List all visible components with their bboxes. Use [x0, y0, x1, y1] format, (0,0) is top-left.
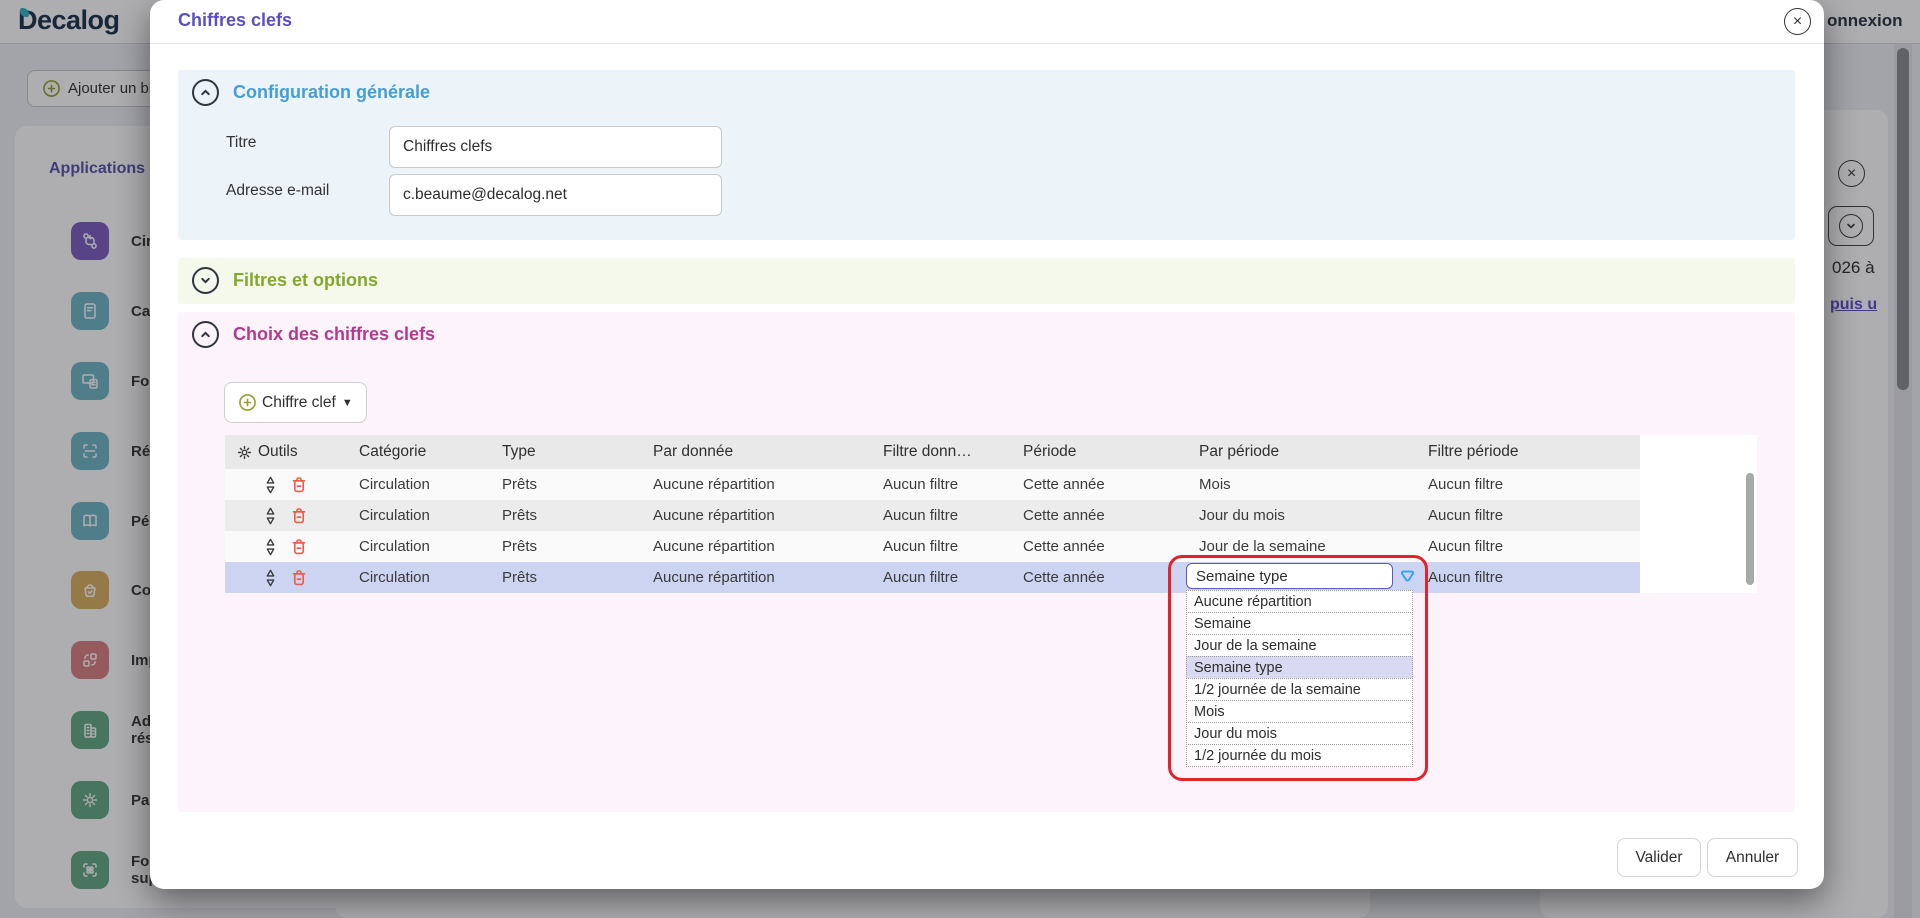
cell-type: Prêts [502, 562, 537, 593]
plus-circle-icon [238, 393, 257, 412]
option-semaine[interactable]: Semaine [1186, 612, 1413, 635]
section-general-toggle[interactable]: Configuration générale [192, 79, 430, 106]
trash-icon[interactable] [289, 500, 309, 531]
table-row[interactable]: Circulation Prêts Aucune répartition Auc… [225, 500, 1640, 531]
table-right-gutter [1640, 435, 1757, 593]
cell-filtre-periode: Aucun filtre [1428, 531, 1503, 562]
section-title: Choix des chiffres clefs [233, 324, 435, 345]
col-par-periode: Par période [1199, 435, 1279, 469]
cell-par-periode: Jour de la semaine [1199, 531, 1326, 562]
table-row-selected[interactable]: Circulation Prêts Aucune répartition Auc… [225, 562, 1640, 593]
option-mois[interactable]: Mois [1186, 700, 1413, 723]
add-chiffre-label: Chiffre clef [262, 394, 336, 412]
table-header: Outils Catégorie Type Par donnée Filtre … [225, 435, 1640, 469]
table-row[interactable]: Circulation Prêts Aucune répartition Auc… [225, 469, 1640, 500]
close-icon[interactable]: × [1784, 8, 1811, 35]
chiffres-clefs-modal: Chiffres clefs × Configuration générale … [150, 0, 1824, 889]
col-periode: Période [1023, 435, 1076, 469]
cell-par-donnee: Aucune répartition [653, 562, 775, 593]
chevron-up-circle-icon [192, 321, 219, 348]
table-row[interactable]: Circulation Prêts Aucune répartition Auc… [225, 531, 1640, 562]
cell-categorie: Circulation [359, 531, 430, 562]
modal-title: Chiffres clefs [178, 10, 292, 31]
drag-handle-icon[interactable] [263, 500, 278, 531]
col-par-donnee: Par donnée [653, 435, 733, 469]
cell-periode: Cette année [1023, 531, 1105, 562]
chevron-up-circle-icon [192, 79, 219, 106]
trash-icon[interactable] [289, 469, 309, 500]
email-input[interactable] [389, 174, 722, 216]
col-filtre-periode: Filtre période [1428, 435, 1518, 469]
caret-down-icon: ▼ [342, 397, 353, 409]
col-filtre-donnee: Filtre donn… [883, 435, 972, 469]
cell-filtre-periode: Aucun filtre [1428, 469, 1503, 500]
col-type: Type [502, 435, 536, 469]
cell-par-donnee: Aucune répartition [653, 469, 775, 500]
chiffres-table: Outils Catégorie Type Par donnée Filtre … [225, 435, 1640, 593]
titre-input[interactable] [389, 126, 722, 168]
cell-periode: Cette année [1023, 469, 1105, 500]
option-demi-journee-mois[interactable]: 1/2 journée du mois [1186, 744, 1413, 767]
validate-button[interactable]: Valider [1617, 838, 1701, 877]
section-filters-toggle[interactable]: Filtres et options [192, 267, 378, 294]
cell-categorie: Circulation [359, 562, 430, 593]
chevron-down-circle-icon [192, 267, 219, 294]
cell-periode: Cette année [1023, 562, 1105, 593]
section-choix-chiffres: Choix des chiffres clefs Chiffre clef ▼ … [178, 312, 1795, 812]
section-filtres-options: Filtres et options [178, 258, 1795, 304]
cell-par-donnee: Aucune répartition [653, 531, 775, 562]
option-semaine-type[interactable]: Semaine type [1186, 656, 1413, 679]
trash-icon[interactable] [289, 562, 309, 593]
gear-icon [235, 435, 254, 469]
cell-filtre-periode: Aucun filtre [1428, 500, 1503, 531]
section-title: Filtres et options [233, 270, 378, 291]
option-jour-semaine[interactable]: Jour de la semaine [1186, 634, 1413, 657]
col-categorie: Catégorie [359, 435, 426, 469]
section-configuration-generale: Configuration générale Titre Adresse e-m… [178, 70, 1795, 240]
email-label: Adresse e-mail [226, 182, 329, 200]
cell-periode: Cette année [1023, 500, 1105, 531]
col-outils: Outils [258, 435, 298, 469]
trash-icon[interactable] [289, 531, 309, 562]
combo-dropdown-icon[interactable] [1399, 567, 1416, 584]
cancel-button[interactable]: Annuler [1707, 838, 1798, 877]
cell-categorie: Circulation [359, 500, 430, 531]
cell-categorie: Circulation [359, 469, 430, 500]
option-demi-journee-semaine[interactable]: 1/2 journée de la semaine [1186, 678, 1413, 701]
cell-filtre-donnee: Aucun filtre [883, 500, 958, 531]
section-title: Configuration générale [233, 82, 430, 103]
table-scrollbar-thumb[interactable] [1746, 473, 1754, 585]
cell-par-donnee: Aucune répartition [653, 500, 775, 531]
divider [150, 43, 1824, 44]
section-choices-toggle[interactable]: Choix des chiffres clefs [192, 321, 435, 348]
add-chiffre-clef-button[interactable]: Chiffre clef ▼ [224, 382, 367, 423]
cell-filtre-periode: Aucun filtre [1428, 562, 1503, 593]
cell-filtre-donnee: Aucun filtre [883, 469, 958, 500]
drag-handle-icon[interactable] [263, 562, 278, 593]
cell-filtre-donnee: Aucun filtre [883, 531, 958, 562]
titre-label: Titre [226, 134, 256, 152]
option-jour-mois[interactable]: Jour du mois [1186, 722, 1413, 745]
combo-options-list: Aucune répartition Semaine Jour de la se… [1186, 591, 1413, 767]
cell-par-periode: Jour du mois [1199, 500, 1285, 531]
par-periode-combo-input[interactable] [1186, 563, 1393, 589]
drag-handle-icon[interactable] [263, 531, 278, 562]
cell-type: Prêts [502, 531, 537, 562]
cell-filtre-donnee: Aucun filtre [883, 562, 958, 593]
cell-par-periode: Mois [1199, 469, 1231, 500]
cell-type: Prêts [502, 469, 537, 500]
option-aucune-repartition[interactable]: Aucune répartition [1186, 590, 1413, 613]
cell-type: Prêts [502, 500, 537, 531]
drag-handle-icon[interactable] [263, 469, 278, 500]
